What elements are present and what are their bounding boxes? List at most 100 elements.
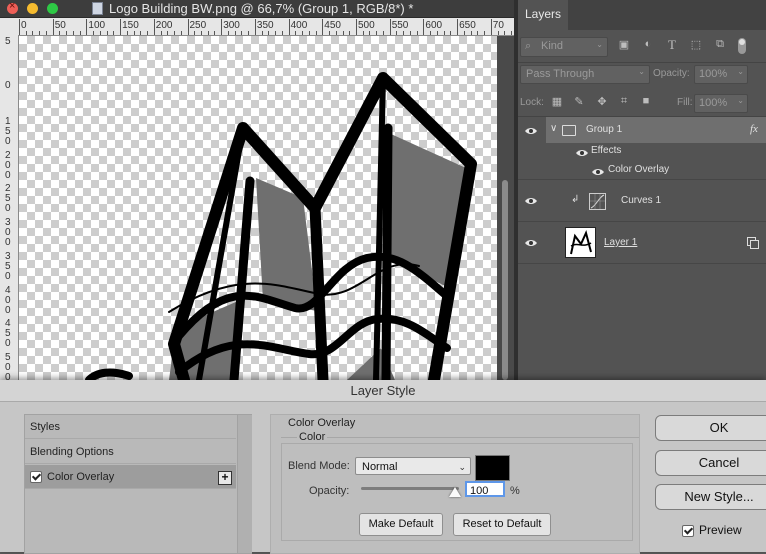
- ruler-minor-tick: [248, 31, 250, 35]
- make-default-button[interactable]: Make Default: [359, 513, 443, 536]
- eye-icon[interactable]: [525, 239, 537, 247]
- ruler-tick: [457, 19, 459, 35]
- opacity-slider-track[interactable]: [361, 487, 459, 490]
- reset-to-default-button[interactable]: Reset to Default: [453, 513, 551, 536]
- ruler-label: 2 5 0: [5, 183, 11, 215]
- eye-icon[interactable]: [525, 197, 537, 205]
- layer-opacity-field[interactable]: 100% ⌄: [694, 65, 748, 84]
- vertical-ruler[interactable]: 5 0 1 5 0 2 0 0 2 5 0 3 0 03 5 0 4 0 0 4 5 05 0…: [0, 35, 19, 380]
- image-filter-icon[interactable]: ▣: [617, 38, 631, 51]
- document-file-icon: [92, 2, 103, 15]
- horizontal-ruler[interactable]: 0 50 100 150 200 250 300 350 400 450 500 550 600 650 7…: [18, 18, 514, 36]
- ruler-label: 650: [459, 20, 476, 31]
- ruler-label: 250: [189, 20, 207, 31]
- folder-icon: [562, 125, 576, 136]
- ruler-minor-tick: [147, 31, 149, 35]
- blend-mode-select[interactable]: Normal ⌄: [355, 457, 471, 475]
- ruler-label: 450: [324, 20, 341, 31]
- eye-icon[interactable]: [592, 168, 604, 176]
- blend-mode-value: Normal: [362, 461, 398, 473]
- window-minimize-button[interactable]: [27, 3, 38, 14]
- new-style-button[interactable]: New Style...: [655, 484, 766, 510]
- ruler-label: 3 5 0: [5, 250, 11, 282]
- ruler-tick: [52, 19, 54, 35]
- ruler-minor-tick: [416, 31, 418, 35]
- document-canvas[interactable]: [19, 36, 497, 380]
- lock-image-pixels-icon[interactable]: ✎: [572, 95, 586, 108]
- ruler-origin[interactable]: [0, 18, 19, 36]
- preview-checkbox[interactable]: [682, 524, 694, 537]
- styles-item[interactable]: Styles: [25, 415, 236, 439]
- layer-name-curves-1: Curves 1: [621, 195, 662, 206]
- ruler-label: 70: [492, 20, 504, 31]
- ruler-tick: [86, 19, 88, 35]
- ruler-minor-tick: [79, 31, 81, 35]
- chevron-down-icon: ⌄: [737, 67, 744, 76]
- ruler-label: 600: [425, 20, 443, 31]
- layer-opacity-value: 100%: [699, 68, 728, 80]
- layer-fill-field[interactable]: 100% ⌄: [694, 94, 748, 113]
- cancel-button[interactable]: Cancel: [655, 450, 766, 476]
- adjustment-filter-icon[interactable]: ◐: [641, 38, 655, 50]
- styles-list-scrollbar[interactable]: [237, 415, 252, 553]
- lock-position-icon[interactable]: ✥: [595, 95, 609, 108]
- layer-row-layer-1[interactable]: Layer 1: [518, 222, 766, 264]
- ruler-minor-tick: [39, 31, 41, 35]
- layer-1-thumbnail: [565, 227, 596, 258]
- layer-row-curves-1[interactable]: ↲ Curves 1: [518, 180, 766, 222]
- ruler-label: 5 0 0: [5, 351, 11, 380]
- shape-filter-icon[interactable]: ⬚: [689, 38, 703, 51]
- ruler-tick: [490, 19, 492, 35]
- smart-object-filter-icon[interactable]: ⧉: [713, 38, 727, 51]
- ruler-minor-tick: [335, 31, 337, 35]
- eye-icon[interactable]: [525, 127, 537, 135]
- layer-name-layer-1: Layer 1: [604, 237, 638, 248]
- opacity-unit: %: [510, 485, 520, 497]
- logo-building-artwork: [85, 72, 477, 380]
- window-zoom-button[interactable]: [47, 3, 58, 14]
- filter-toggle-knob: [739, 39, 745, 45]
- ruler-minor-tick: [497, 31, 499, 35]
- ruler-label: 0: [21, 20, 27, 31]
- opacity-slider-thumb[interactable]: [449, 487, 461, 497]
- chevron-down-icon[interactable]: ∨: [550, 123, 557, 134]
- ruler-minor-tick: [45, 31, 47, 35]
- opacity-label: Opacity:: [309, 485, 350, 497]
- opacity-input[interactable]: 100: [465, 481, 505, 497]
- eye-icon[interactable]: [576, 149, 588, 157]
- effect-color-overlay[interactable]: Color Overlay: [608, 164, 669, 175]
- color-overlay-checkbox[interactable]: [30, 471, 42, 484]
- ruler-label: 4 5 0: [5, 318, 11, 350]
- overlay-color-swatch[interactable]: [475, 455, 510, 481]
- effects-label[interactable]: Effects: [591, 145, 621, 156]
- ruler-minor-tick: [463, 31, 465, 35]
- lock-artboard-icon[interactable]: ⌗: [617, 95, 631, 108]
- layer-blend-mode-select[interactable]: Pass Through ⌄: [520, 65, 650, 84]
- ruler-minor-tick: [194, 31, 196, 35]
- ruler-tick: [288, 19, 290, 35]
- ruler-label: 150: [122, 20, 139, 31]
- lock-all-icon[interactable]: ■: [639, 95, 653, 107]
- layer-filter-select[interactable]: ⌕ Kind ⌄: [520, 37, 608, 57]
- type-filter-icon[interactable]: T: [665, 37, 679, 53]
- document-scroll-thumb[interactable]: [502, 180, 508, 380]
- ok-button[interactable]: OK: [655, 415, 766, 441]
- color-overlay-item[interactable]: Color Overlay +: [25, 465, 236, 489]
- add-color-overlay-button[interactable]: +: [218, 471, 232, 485]
- ruler-tick: [322, 19, 324, 35]
- preview-checkbox-row[interactable]: Preview: [682, 522, 766, 538]
- layer-row-group-1[interactable]: ∨ Group 1 fx Effects Color Overlay: [518, 117, 766, 180]
- ruler-tick: [153, 19, 155, 35]
- fx-icon[interactable]: fx: [750, 123, 758, 135]
- blending-options-item[interactable]: Blending Options: [25, 440, 236, 464]
- tab-layers[interactable]: Layers: [518, 0, 568, 30]
- ruler-label: 100: [88, 20, 106, 31]
- lock-transparent-pixels-icon[interactable]: ▦: [550, 95, 564, 108]
- ruler-tick: [19, 19, 20, 35]
- window-close-button[interactable]: [7, 0, 18, 14]
- ruler-minor-tick: [72, 31, 74, 35]
- layer-filter-value: Kind: [541, 40, 564, 52]
- ruler-minor-tick: [342, 31, 344, 35]
- blend-mode-label: Blend Mode:: [288, 460, 350, 472]
- ruler-minor-tick: [140, 31, 142, 35]
